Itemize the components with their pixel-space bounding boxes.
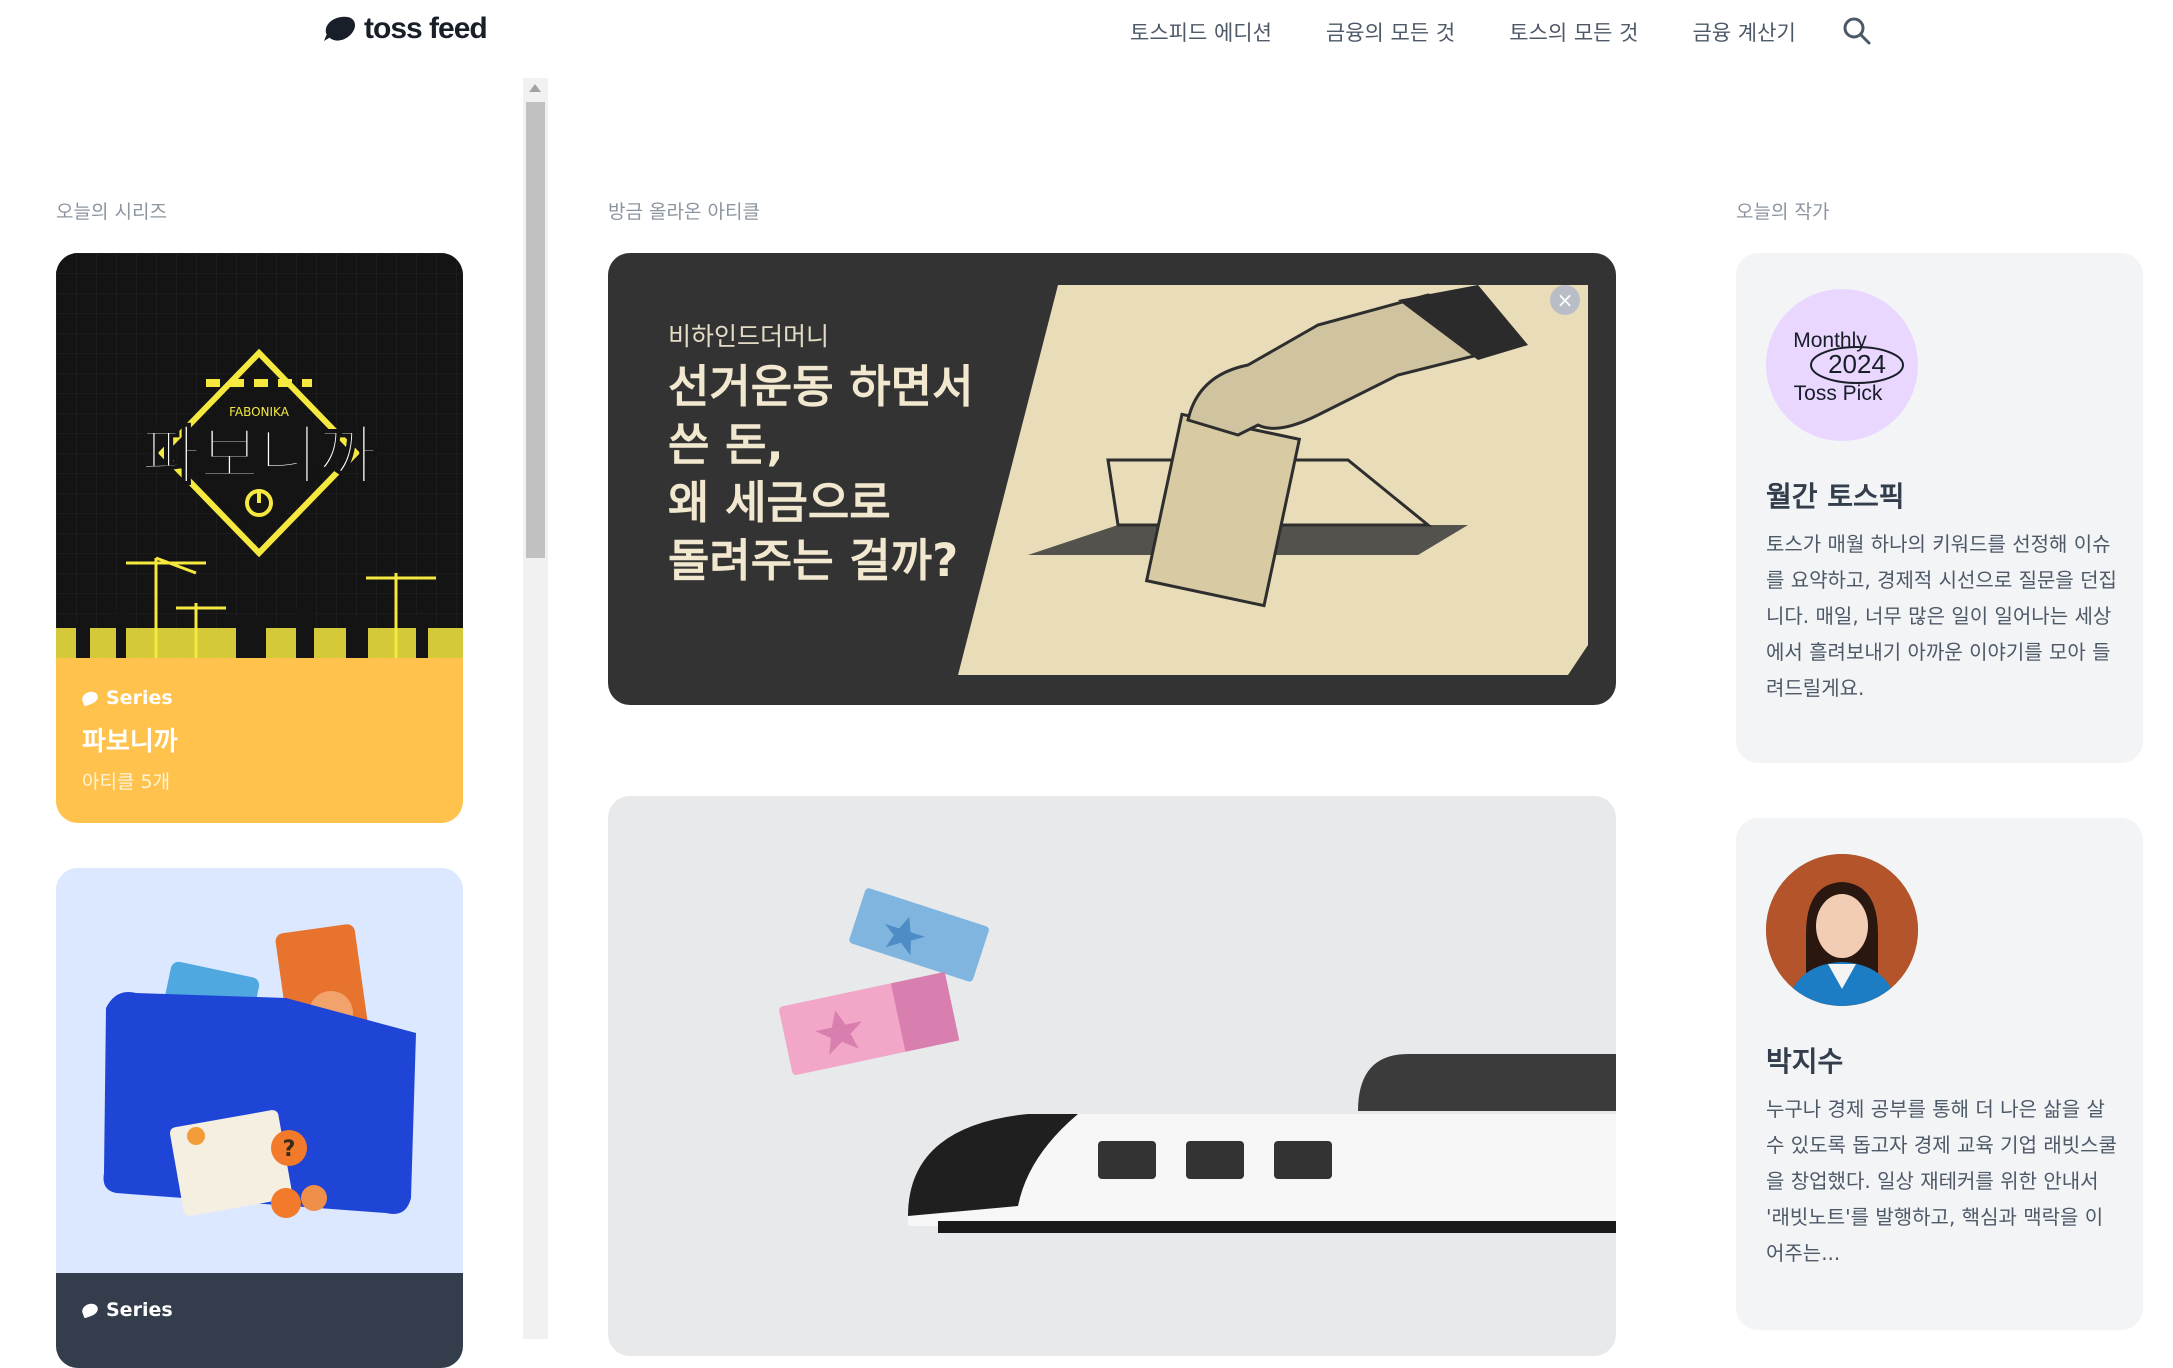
logo-text: toss feed <box>364 12 488 45</box>
article-card-train[interactable] <box>608 796 1616 1356</box>
series-badge: Series <box>80 1299 173 1321</box>
toss-feed-logo[interactable]: toss feed <box>322 12 488 46</box>
author-description: 누구나 경제 공부를 통해 더 나은 삶을 살 수 있도록 돕고자 경제 교육 … <box>1766 1097 2117 1265</box>
series-card-fabonika[interactable]: FABONIKA 파보니까 Series 파보니까 아티클 5개 <box>56 253 463 823</box>
avatar: Monthly 2024 Toss Pick <box>1766 289 1918 441</box>
author-photo <box>1766 854 1918 1006</box>
series-section-label: 오늘의 시리즈 <box>56 201 167 223</box>
series-icon <box>80 1301 100 1319</box>
left-panel-scrollbar[interactable] <box>523 78 548 1339</box>
fabonika-art-text: 파보니까 <box>141 420 377 494</box>
series-info-panel: Series <box>56 1273 463 1368</box>
nav-item-calculator[interactable]: 금융 계산기 <box>1692 17 1795 47</box>
nav-item-finance[interactable]: 금융의 모든 것 <box>1326 17 1455 47</box>
main-nav: 토스피드 에디션 금융의 모든 것 토스의 모든 것 금융 계산기 <box>1130 17 1796 47</box>
series-art-fabonika: FABONIKA 파보니까 <box>56 253 463 658</box>
wallet-illustration: ? <box>103 924 416 1218</box>
train-illustration <box>779 888 1616 1233</box>
scroll-up-arrow-icon[interactable] <box>529 84 541 92</box>
series-art-wallet: ? <box>56 868 463 1273</box>
scroll-thumb[interactable] <box>526 102 545 558</box>
nav-item-toss-feed-edition[interactable]: 토스피드 에디션 <box>1130 17 1272 47</box>
svg-text:?: ? <box>283 1137 296 1162</box>
series-icon <box>80 689 100 707</box>
authors-section-label: 오늘의 작가 <box>1736 201 1830 223</box>
monthly-toss-pick-avatar: Monthly 2024 Toss Pick <box>1793 329 1904 405</box>
author-card-park-jisu[interactable]: 박지수 누구나 경제 공부를 통해 더 나은 삶을 살 수 있도록 돕고자 경제… <box>1736 818 2143 1330</box>
series-badge: Series <box>80 687 173 709</box>
latest-section-label: 방금 올라온 아티클 <box>608 201 760 223</box>
avatar-line-2: 2024 <box>1828 349 1886 379</box>
logo-icon <box>324 16 356 41</box>
author-name: 월간 토스픽 <box>1766 480 1905 513</box>
author-name: 박지수 <box>1766 1045 1844 1078</box>
nav-item-toss[interactable]: 토스의 모든 것 <box>1509 17 1638 47</box>
avatar-line-3: Toss Pick <box>1794 382 1883 405</box>
fabonika-subtext: FABONIKA <box>229 405 290 419</box>
close-icon[interactable]: × <box>1550 285 1580 315</box>
avatar <box>1766 854 1918 1006</box>
series-title: 파보니까 <box>82 727 178 757</box>
author-description: 토스가 매월 하나의 키워드를 선정해 이슈를 요약하고, 경제적 시선으로 질… <box>1766 532 2117 700</box>
series-article-count: 아티클 5개 <box>82 771 171 793</box>
article-kicker: 비하인드더머니 <box>668 322 830 351</box>
series-card-wallet[interactable]: ? Series <box>56 868 463 1368</box>
ballot-illustration <box>958 285 1588 675</box>
search-icon[interactable] <box>1842 16 1872 46</box>
author-card-monthly-toss-pick[interactable]: Monthly 2024 Toss Pick 월간 토스픽 토스가 매월 하나의… <box>1736 253 2143 763</box>
series-badge-label: Series <box>106 1299 173 1321</box>
featured-article-card[interactable]: 비하인드더머니 선거운동 하면서 쓴 돈, 왜 세금으로 돌려주는 걸까? × <box>608 253 1616 705</box>
fabonika-illustration: FABONIKA 파보니까 <box>56 253 463 658</box>
series-badge-label: Series <box>106 687 173 709</box>
top-header: toss feed 토스피드 에디션 금융의 모든 것 토스의 모든 것 금융 … <box>0 0 2173 62</box>
